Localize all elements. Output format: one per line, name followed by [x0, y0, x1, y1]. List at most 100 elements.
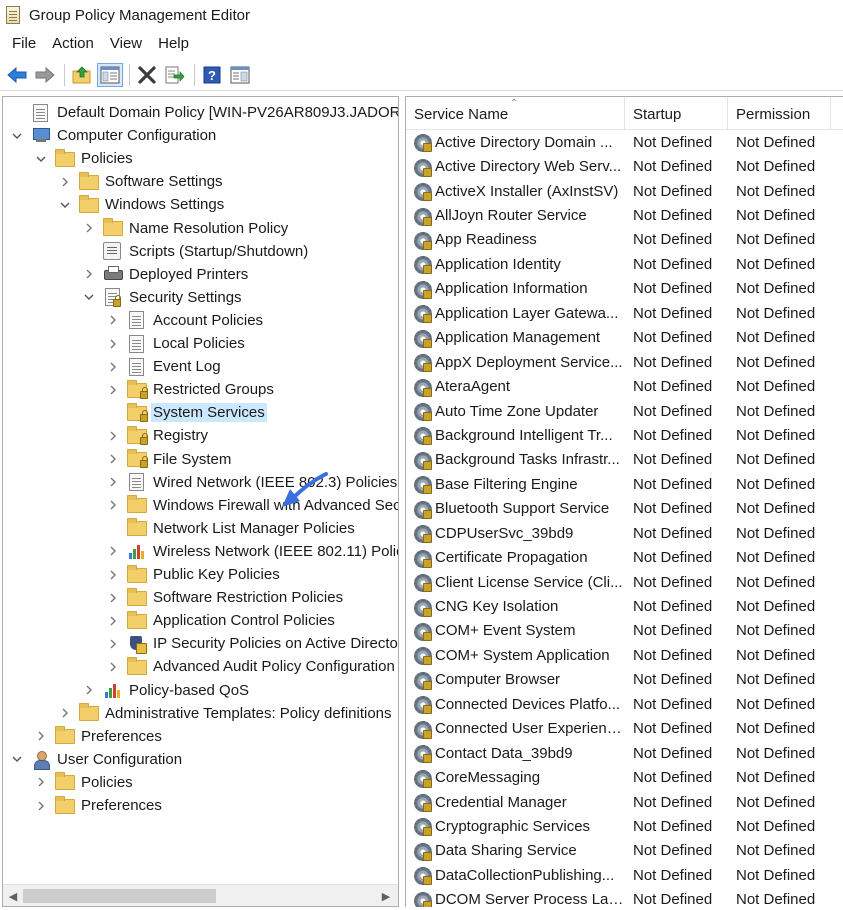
- tree-node[interactable]: Restricted Groups: [105, 378, 276, 401]
- tree-node[interactable]: Preferences: [33, 725, 164, 748]
- tree-node[interactable]: Windows Firewall with Advanced Security: [105, 494, 398, 517]
- tree-node[interactable]: Application Control Policies: [105, 609, 337, 632]
- chevron-right-icon[interactable]: [81, 266, 97, 282]
- tree-node[interactable]: Software Settings: [57, 170, 225, 193]
- list-item[interactable]: DataCollectionPublishing... Not Defined No…: [406, 863, 843, 887]
- list-item[interactable]: Background Tasks Infrastr... Not Defined N…: [406, 448, 843, 472]
- chevron-right-icon[interactable]: [105, 543, 121, 559]
- chevron-down-icon[interactable]: [81, 289, 97, 305]
- tree-node[interactable]: User Configuration: [9, 748, 184, 771]
- list-item[interactable]: Application Management Not Defined Not Def…: [406, 326, 843, 350]
- chevron-right-icon[interactable]: [105, 613, 121, 629]
- tree-node[interactable]: System Services: [105, 401, 267, 424]
- list-item[interactable]: COM+ Event System Not Defined Not Defined: [406, 619, 843, 643]
- tree-node[interactable]: Policies: [33, 771, 135, 794]
- list-item[interactable]: CoreMessaging Not Defined Not Defined: [406, 765, 843, 789]
- tree-node[interactable]: Computer Configuration: [9, 124, 218, 147]
- list-item[interactable]: Certificate Propagation Not Defined Not De…: [406, 545, 843, 569]
- menu-action[interactable]: Action: [44, 35, 102, 52]
- list-item[interactable]: Auto Time Zone Updater Not Defined Not Def…: [406, 399, 843, 423]
- delete-button[interactable]: [134, 63, 160, 87]
- back-button[interactable]: [4, 63, 30, 87]
- column-header-startup[interactable]: Startup: [625, 97, 728, 130]
- list-item[interactable]: Credential Manager Not Defined Not Defined: [406, 790, 843, 814]
- chevron-right-icon[interactable]: [105, 359, 121, 375]
- chevron-right-icon[interactable]: [105, 382, 121, 398]
- chevron-down-icon[interactable]: [9, 751, 25, 767]
- list-item[interactable]: Client License Service (Cli... Not Define…: [406, 570, 843, 594]
- chevron-right-icon[interactable]: [105, 497, 121, 513]
- tree-node[interactable]: File System: [105, 448, 233, 471]
- tree-node[interactable]: Public Key Policies: [105, 563, 282, 586]
- chevron-right-icon[interactable]: [33, 774, 49, 790]
- list-item[interactable]: Active Directory Domain ... Not Defined No…: [406, 130, 843, 154]
- tree-node[interactable]: Preferences: [33, 794, 164, 817]
- chevron-right-icon[interactable]: [105, 659, 121, 675]
- menu-view[interactable]: View: [102, 35, 150, 52]
- list-item[interactable]: ActiveX Installer (AxInstSV) Not Defined N…: [406, 179, 843, 203]
- tree-node[interactable]: Security Settings: [81, 286, 244, 309]
- chevron-right-icon[interactable]: [81, 220, 97, 236]
- list-item[interactable]: Bluetooth Support Service Not Defined Not …: [406, 497, 843, 521]
- chevron-down-icon[interactable]: [57, 197, 73, 213]
- tree-node[interactable]: Wireless Network (IEEE 802.11) Policies: [105, 540, 398, 563]
- menu-file[interactable]: File: [4, 35, 44, 52]
- list-item[interactable]: Data Sharing Service Not Defined Not Defin…: [406, 839, 843, 863]
- tree-node[interactable]: Default Domain Policy [WIN-PV26AR809J3.J…: [9, 101, 398, 124]
- chevron-right-icon[interactable]: [57, 705, 73, 721]
- list-item[interactable]: CNG Key Isolation Not Defined Not Defined: [406, 594, 843, 618]
- tree-node[interactable]: Event Log: [105, 355, 223, 378]
- list-item[interactable]: Background Intelligent Tr... Not Defined N…: [406, 423, 843, 447]
- tree-node[interactable]: Registry: [105, 424, 210, 447]
- list-item[interactable]: Application Identity Not Defined Not Defin…: [406, 252, 843, 276]
- tree-node[interactable]: Policies: [33, 147, 135, 170]
- tree-horizontal-scrollbar[interactable]: ◀ ▶: [3, 884, 398, 906]
- list-item[interactable]: Application Information Not Defined Not De…: [406, 277, 843, 301]
- chevron-right-icon[interactable]: [105, 474, 121, 490]
- chevron-right-icon[interactable]: [33, 798, 49, 814]
- tree-node[interactable]: Software Restriction Policies: [105, 586, 345, 609]
- tree-node[interactable]: Windows Settings: [57, 193, 226, 216]
- chevron-right-icon[interactable]: [105, 636, 121, 652]
- chevron-down-icon[interactable]: [9, 128, 25, 144]
- tree-node[interactable]: Name Resolution Policy: [81, 217, 290, 240]
- list-item[interactable]: Application Layer Gatewa... Not Defined No…: [406, 301, 843, 325]
- scroll-thumb[interactable]: [23, 889, 216, 903]
- up-one-level-button[interactable]: [69, 63, 95, 87]
- tree-node[interactable]: Account Policies: [105, 309, 265, 332]
- column-header-service-name[interactable]: Service Name ⌃: [406, 97, 625, 130]
- menu-help[interactable]: Help: [150, 35, 197, 52]
- forward-button[interactable]: [32, 63, 58, 87]
- list-item[interactable]: Cryptographic Services Not Defined Not Def…: [406, 814, 843, 838]
- show-hide-console-tree-button[interactable]: [97, 62, 123, 87]
- list-item[interactable]: DCOM Server Process Lau... Not Defined Not…: [406, 888, 843, 907]
- scroll-left-icon[interactable]: ◀: [5, 888, 21, 904]
- list-item[interactable]: COM+ System Application Not Defined Not De…: [406, 643, 843, 667]
- chevron-right-icon[interactable]: [105, 312, 121, 328]
- list-item[interactable]: AteraAgent Not Defined Not Defined: [406, 374, 843, 398]
- column-header-permission[interactable]: Permission: [728, 97, 831, 130]
- chevron-right-icon[interactable]: [81, 682, 97, 698]
- tree-node[interactable]: Administrative Templates: Policy definit…: [57, 702, 394, 725]
- scroll-right-icon[interactable]: ▶: [378, 888, 394, 904]
- chevron-right-icon[interactable]: [105, 590, 121, 606]
- list-item[interactable]: Connected User Experienc... Not Defined No…: [406, 717, 843, 741]
- list-item[interactable]: CDPUserSvc_39bd9 Not Defined Not Defined: [406, 521, 843, 545]
- tree-node[interactable]: Deployed Printers: [81, 263, 250, 286]
- list-item[interactable]: App Readiness Not Defined Not Defined: [406, 228, 843, 252]
- export-list-button[interactable]: [162, 63, 188, 87]
- tree-node[interactable]: IP Security Policies on Active Directory: [105, 632, 398, 655]
- chevron-right-icon[interactable]: [105, 336, 121, 352]
- chevron-down-icon[interactable]: [33, 151, 49, 167]
- chevron-right-icon[interactable]: [105, 451, 121, 467]
- tree-node[interactable]: Policy-based QoS: [81, 679, 251, 702]
- chevron-right-icon[interactable]: [33, 728, 49, 744]
- list-item[interactable]: Base Filtering Engine Not Defined Not Defi…: [406, 472, 843, 496]
- chevron-right-icon[interactable]: [105, 567, 121, 583]
- tree-node[interactable]: Network List Manager Policies: [105, 517, 357, 540]
- show-action-pane-button[interactable]: [227, 63, 253, 87]
- list-item[interactable]: Contact Data_39bd9 Not Defined Not Defined: [406, 741, 843, 765]
- list-item[interactable]: Computer Browser Not Defined Not Defined: [406, 668, 843, 692]
- help-button[interactable]: ?: [199, 63, 225, 87]
- list-item[interactable]: AppX Deployment Service... Not Defined Not…: [406, 350, 843, 374]
